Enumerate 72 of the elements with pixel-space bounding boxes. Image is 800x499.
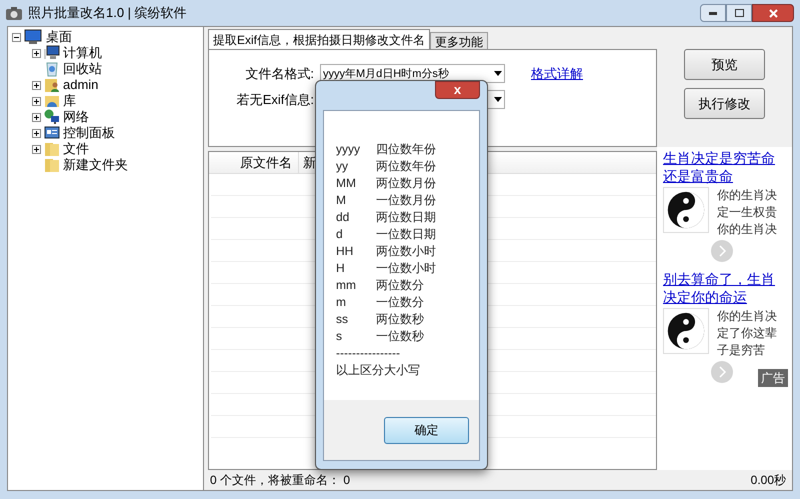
- format-description: 两位数秒: [376, 311, 424, 328]
- no-exif-label: 若无Exif信息:: [236, 90, 314, 108]
- format-code: M: [336, 192, 347, 209]
- network-icon: [44, 109, 60, 125]
- case-note: 以上区分大小写: [336, 362, 421, 379]
- ad-link[interactable]: 生肖决定是穷苦命还是富贵命: [663, 149, 786, 185]
- format-help-link[interactable]: 格式详解: [531, 64, 583, 84]
- maximize-button[interactable]: [726, 4, 752, 22]
- elapsed-time: 0.00秒: [750, 472, 786, 489]
- folder-icon: [44, 141, 60, 157]
- folder-icon: [44, 157, 60, 173]
- expand-icon[interactable]: [32, 80, 41, 90]
- user-folder-icon: [44, 77, 60, 93]
- expand-icon[interactable]: [32, 96, 41, 106]
- format-description: 两位数年份: [376, 158, 436, 175]
- format-description: 四位数年份: [376, 141, 436, 158]
- close-icon: [768, 8, 778, 18]
- recycle-bin-icon: [44, 61, 60, 77]
- dropdown-arrow-icon: [494, 96, 502, 102]
- expand-icon[interactable]: [32, 48, 41, 58]
- dropdown-arrow-icon: [494, 71, 502, 76]
- ad-badge: 广告: [758, 369, 788, 387]
- column-header[interactable]: 原文件名: [209, 152, 299, 173]
- format-code: d: [336, 226, 344, 243]
- format-label: 文件名格式:: [244, 65, 314, 83]
- minimize-icon: [709, 12, 717, 14]
- minimize-button[interactable]: [700, 4, 726, 22]
- format-code: m: [336, 294, 347, 311]
- tab[interactable]: 更多功能: [430, 32, 488, 49]
- format-description: 两位数月份: [376, 175, 436, 192]
- ad-text: 你的生肖决 定一生权贵 你的生肖决: [717, 187, 777, 238]
- format-description: 一位数分: [376, 294, 424, 311]
- collapse-icon[interactable]: [12, 32, 21, 42]
- action-button[interactable]: 预览: [684, 49, 765, 80]
- format-description: 两位数分: [376, 277, 424, 294]
- yin-yang-icon: [663, 308, 709, 354]
- format-code: ss: [336, 311, 349, 328]
- format-code: MM: [336, 175, 357, 192]
- format-code: yy: [336, 158, 349, 175]
- format-code: yyyy: [336, 141, 361, 158]
- format-code: mm: [336, 277, 357, 294]
- close-button[interactable]: [752, 4, 794, 22]
- control-panel-icon: [44, 125, 60, 141]
- format-description: 两位数日期: [376, 209, 436, 226]
- ok-button[interactable]: 确定: [384, 416, 469, 444]
- camera-icon: [6, 6, 22, 20]
- format-description: 一位数秒: [376, 328, 424, 345]
- window-title: 照片批量改名1.0 | 缤纷软件: [28, 4, 187, 22]
- format-code: H: [336, 260, 346, 277]
- desktop-icon: [24, 29, 42, 45]
- action-button[interactable]: 执行修改: [684, 88, 765, 119]
- format-code: dd: [336, 209, 350, 226]
- expand-icon[interactable]: [32, 144, 41, 154]
- ad-link[interactable]: 别去算命了，生肖决定你的命运: [663, 270, 786, 306]
- format-description: 一位数月份: [376, 192, 436, 209]
- format-description: 一位数小时: [376, 260, 436, 277]
- expand-icon[interactable]: [32, 128, 41, 138]
- format-code: s: [336, 328, 343, 345]
- expand-icon[interactable]: [32, 112, 41, 122]
- column-header[interactable]: 新: [299, 152, 316, 173]
- library-icon: [44, 93, 60, 109]
- tab[interactable]: 提取Exif信息，根据拍摄日期修改文件名: [208, 29, 430, 49]
- maximize-icon: [734, 9, 744, 17]
- computer-icon: [44, 45, 60, 61]
- status-text: 0 个文件，将被重命名： 0: [210, 472, 350, 489]
- format-description: 一位数日期: [376, 226, 436, 243]
- close-button[interactable]: x: [435, 81, 480, 99]
- separator-text: ----------------: [336, 345, 401, 362]
- format-description: 两位数小时: [376, 243, 436, 260]
- format-code: HH: [336, 243, 354, 260]
- ad-text: 你的生肖决 定了你这辈 子是穷苦: [717, 308, 777, 359]
- yin-yang-icon: [663, 187, 709, 233]
